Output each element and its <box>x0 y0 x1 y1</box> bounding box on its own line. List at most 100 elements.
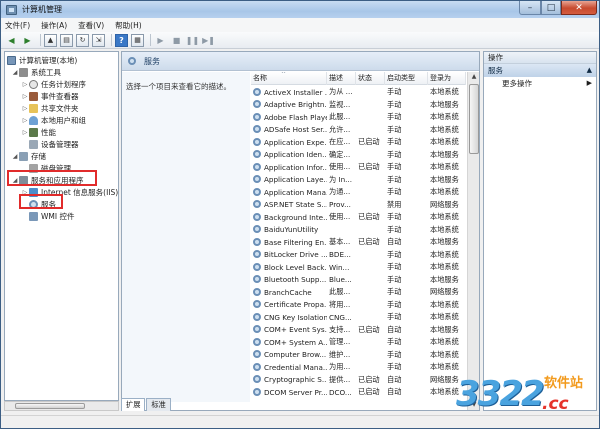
forward-arrow-icon[interactable]: ▶ <box>21 34 34 47</box>
cell-startup: 手动 <box>385 312 428 322</box>
maximize-button[interactable]: □ <box>541 1 561 15</box>
table-row[interactable]: Adaptive Brightn... 监视... 手动 本地服务 <box>251 99 466 112</box>
cell-text: 已启动 <box>358 374 380 384</box>
services-vertical-scrollbar[interactable]: ▲ ▼ <box>467 72 479 410</box>
tree-shared-folders[interactable]: ▷ 共享文件夹 <box>21 102 79 114</box>
cell-startup: 自动 <box>385 387 428 397</box>
table-row[interactable]: ActiveX Installer ... 为从 ... 手动 本地系统 <box>251 86 466 99</box>
expand-arrow-icon[interactable]: ▷ <box>21 93 29 100</box>
expand-arrow-icon[interactable]: ▷ <box>21 105 29 112</box>
table-row[interactable]: BranchCache 此服... 手动 网络服务 <box>251 286 466 299</box>
table-row[interactable]: CNG Key Isolation CNG... 手动 本地系统 <box>251 311 466 324</box>
cell-startup: 自动 <box>385 375 428 385</box>
properties-icon[interactable]: ▦ <box>131 33 144 47</box>
cell-logon: 本地系统 <box>428 187 466 197</box>
menu-action[interactable]: 操作(A) <box>41 20 67 31</box>
table-row[interactable]: Credential Mana... 为用... 手动 本地系统 <box>251 361 466 374</box>
gear-icon <box>253 275 261 284</box>
menu-help[interactable]: 帮助(H) <box>115 20 142 31</box>
tree-storage[interactable]: ◢ 存储 <box>11 150 46 162</box>
cell-status: 已启动 <box>356 325 385 335</box>
cell-logon: 本地系统 <box>428 112 466 122</box>
start-service-icon[interactable]: ▶ <box>154 34 167 47</box>
table-row[interactable]: Block Level Back... Win... 手动 本地系统 <box>251 261 466 274</box>
table-row[interactable]: Application Mana... 为通... 手动 本地系统 <box>251 186 466 199</box>
tree-event-viewer[interactable]: ▷ 事件查看器 <box>21 90 79 102</box>
actions-pane: 操作 服务 ▲ 更多操作 ▶ <box>483 51 597 411</box>
minimize-button[interactable]: – <box>519 1 541 15</box>
cell-name: Background Inte... <box>251 212 327 222</box>
table-row[interactable]: COM+ Event Sys... 支持... 已启动 自动 本地服务 <box>251 324 466 337</box>
table-row[interactable]: Application Expe... 在应... 已启动 手动 本地系统 <box>251 136 466 149</box>
stop-service-icon[interactable]: ■ <box>170 34 183 47</box>
show-hide-tree-icon[interactable]: ▤ <box>60 33 73 47</box>
collapse-arrow-icon[interactable]: ◢ <box>11 153 19 160</box>
actions-section-services[interactable]: 服务 ▲ <box>484 64 596 77</box>
column-header-status[interactable]: 状态 <box>356 72 385 85</box>
tab-standard[interactable]: 标准 <box>146 398 171 411</box>
collapse-caret-icon[interactable]: ▲ <box>587 64 592 77</box>
more-actions-item[interactable]: 更多操作 ▶ <box>484 77 596 90</box>
pause-service-icon[interactable]: ❚❚ <box>186 34 199 47</box>
expand-arrow-icon[interactable]: ▷ <box>21 81 29 88</box>
cell-startup: 手动 <box>385 112 428 122</box>
column-header-startup-type[interactable]: 启动类型 <box>385 72 428 85</box>
menu-view[interactable]: 查看(V) <box>78 20 104 31</box>
tree-task-scheduler[interactable]: ▷ 任务计划程序 <box>21 78 86 90</box>
help-icon[interactable]: ? <box>115 33 128 47</box>
cell-text: Application Expe... <box>264 137 327 147</box>
column-header-logon-as[interactable]: 登录为 <box>428 72 466 85</box>
tree-performance[interactable]: ▷ 性能 <box>21 126 56 138</box>
table-header: ^ 名称 描述 状态 启动类型 登录为 <box>251 72 466 85</box>
cell-desc: 确定... <box>327 150 356 160</box>
up-folder-icon[interactable]: ▲ <box>44 33 57 47</box>
refresh-icon[interactable]: ↻ <box>76 33 89 47</box>
tree-device-manager[interactable]: 设备管理器 <box>29 138 79 150</box>
table-row[interactable]: Bluetooth Supp... Blue... 手动 本地服务 <box>251 274 466 287</box>
table-row[interactable]: Application Infor... 使用... 已启动 手动 本地系统 <box>251 161 466 174</box>
export-list-icon[interactable]: ⇲ <box>92 33 105 47</box>
table-row[interactable]: BaiduYunUtility 手动 本地系统 <box>251 224 466 237</box>
menu-file[interactable]: 文件(F) <box>5 20 30 31</box>
table-row[interactable]: Certificate Propa... 将用... 手动 本地系统 <box>251 299 466 312</box>
cell-text: Application Iden... <box>264 150 327 160</box>
close-button[interactable]: ✕ <box>561 1 597 15</box>
tree-local-users[interactable]: ▷ 本地用户和组 <box>21 114 86 126</box>
tab-extended[interactable]: 扩展 <box>121 398 146 411</box>
table-row[interactable]: Application Iden... 确定... 手动 本地服务 <box>251 149 466 162</box>
table-row[interactable]: Base Filtering En... 基本... 已启动 自动 本地服务 <box>251 236 466 249</box>
table-row[interactable]: BitLocker Drive ... BDE... 手动 本地系统 <box>251 249 466 262</box>
tree-system-tools[interactable]: ◢ 系统工具 <box>11 66 61 78</box>
table-row[interactable]: Background Inte... 使用... 已启动 手动 本地系统 <box>251 211 466 224</box>
gear-icon <box>253 125 261 134</box>
tree-wmi-control[interactable]: WMI 控件 <box>29 210 74 222</box>
cell-text: 网络服务 <box>430 287 459 297</box>
tree-root[interactable]: 计算机管理(本地) <box>7 54 77 66</box>
expand-arrow-icon[interactable]: ▷ <box>21 117 29 124</box>
cell-text: 本地系统 <box>430 224 459 234</box>
cell-text: BDE... <box>329 250 351 260</box>
table-row[interactable]: Computer Brow... 维护... 手动 本地系统 <box>251 349 466 362</box>
cell-text: 自动 <box>387 387 402 397</box>
column-header-description[interactable]: 描述 <box>327 72 356 85</box>
cell-text: Win... <box>329 262 350 272</box>
tree-horizontal-scrollbar[interactable] <box>4 401 119 411</box>
scrollbar-thumb[interactable] <box>469 84 479 154</box>
collapse-arrow-icon[interactable]: ◢ <box>11 69 19 76</box>
cell-startup: 手动 <box>385 300 428 310</box>
table-row[interactable]: Adobe Flash Playe...此服... 手动 本地系统 <box>251 111 466 124</box>
table-row[interactable]: COM+ System A... 管理... 手动 本地系统 <box>251 336 466 349</box>
gear-icon <box>253 325 261 334</box>
column-header-name[interactable]: ^ 名称 <box>251 72 327 85</box>
table-row[interactable]: Cryptographic S... 提供... 已启动 自动 网络服务 <box>251 374 466 387</box>
scrollbar-thumb[interactable] <box>15 403 85 409</box>
cell-text: 手动 <box>387 162 402 172</box>
table-row[interactable]: Application Laye... 为 In... 手动 本地服务 <box>251 174 466 187</box>
scroll-up-arrow-icon[interactable]: ▲ <box>469 72 479 82</box>
table-row[interactable]: ASP.NET State S... Prov... 禁用 网络服务 <box>251 199 466 212</box>
table-row[interactable]: DCOM Server Pr... DCO... 已启动 自动 本地系统 <box>251 386 466 399</box>
table-row[interactable]: ADSafe Host Ser... 允许... 手动 本地系统 <box>251 124 466 137</box>
back-arrow-icon[interactable]: ◀ <box>5 34 18 47</box>
restart-service-icon[interactable]: ▶❚ <box>202 34 215 47</box>
expand-arrow-icon[interactable]: ▷ <box>21 129 29 136</box>
